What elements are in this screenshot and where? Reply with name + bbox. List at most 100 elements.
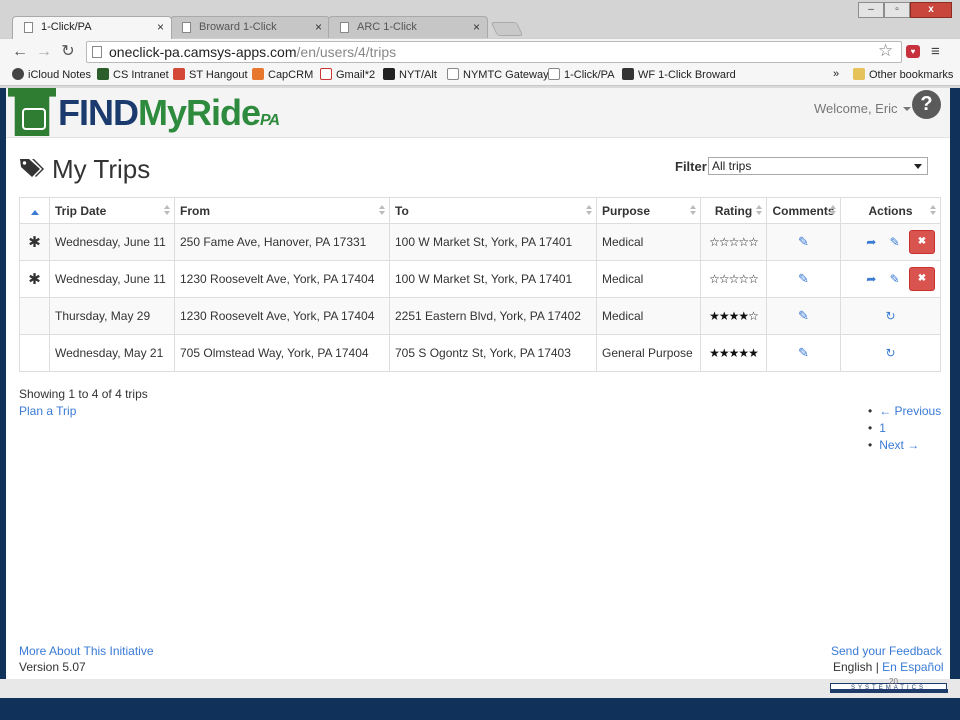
bookmark-1-click-pa[interactable]: 1-Click/PA <box>548 68 615 81</box>
edit-comment-icon[interactable]: ✎ <box>798 271 809 286</box>
close-tab-icon[interactable]: × <box>315 20 322 34</box>
trip-actions: ➦ ✎ ✖ <box>840 223 941 261</box>
sort-ascending-icon <box>30 210 39 215</box>
bookmark-cs-intranet[interactable]: CS Intranet <box>97 68 169 81</box>
trip-rating[interactable]: ★★★★☆ <box>700 297 767 335</box>
other-bookmarks-folder[interactable]: Other bookmarks <box>853 68 953 81</box>
rating-stars[interactable]: ★★★★★ <box>709 346 759 360</box>
column-header-comments[interactable]: Comments <box>766 197 841 224</box>
pocket-extension-icon[interactable]: ♥ <box>906 45 920 58</box>
tags-icon <box>20 159 44 177</box>
trip-date: Thursday, May 29 <box>49 297 175 335</box>
close-window-button[interactable]: x <box>910 2 952 18</box>
column-header-sort[interactable] <box>19 197 50 224</box>
trip-rating[interactable]: ☆☆☆☆☆ <box>700 260 767 298</box>
edit-trip-icon[interactable]: ✎ <box>890 235 900 249</box>
page-icon <box>340 22 349 33</box>
close-tab-icon[interactable]: × <box>473 20 480 34</box>
rating-stars[interactable]: ★★★★☆ <box>709 309 759 323</box>
filter-select[interactable]: All trips <box>708 157 928 175</box>
delete-trip-button[interactable]: ✖ <box>909 230 935 254</box>
forward-icon[interactable]: → <box>34 42 54 62</box>
table-header-row: Trip Date From To Purpose Rating Comment… <box>19 197 941 224</box>
trip-date: Wednesday, May 21 <box>49 334 175 372</box>
feedback-link[interactable]: Send your Feedback <box>831 644 942 658</box>
sort-icon <box>690 205 696 217</box>
next-page-link[interactable]: Next → <box>868 438 941 455</box>
bookmark-nymtc-gateway[interactable]: NYMTC Gateway <box>447 68 549 81</box>
tab-label: ARC 1-Click <box>357 21 417 33</box>
help-icon[interactable]: ? <box>912 90 941 119</box>
edit-comment-icon[interactable]: ✎ <box>798 345 809 360</box>
trip-actions: ➦ ✎ ✖ <box>840 260 941 298</box>
trip-from: 1230 Roosevelt Ave, York, PA 17404 <box>174 260 390 298</box>
trip-comments: ✎ <box>766 297 841 335</box>
page-icon <box>548 68 560 80</box>
trip-to: 100 W Market St, York, PA 17401 <box>389 223 597 261</box>
upcoming-trip-icon: ✱ <box>19 223 50 261</box>
bookmark-capcrm[interactable]: CapCRM <box>252 68 313 81</box>
column-header-rating[interactable]: Rating <box>700 197 767 224</box>
tab-1-click-pa[interactable]: 1-Click/PA × <box>12 16 172 39</box>
column-header-actions[interactable]: Actions <box>840 197 941 224</box>
page-1-link[interactable]: 1 <box>868 421 941 438</box>
language-english[interactable]: English <box>833 660 872 674</box>
version-text: Version 5.07 <box>19 660 86 674</box>
edit-comment-icon[interactable]: ✎ <box>798 308 809 323</box>
bookmark-icloud-notes[interactable]: iCloud Notes <box>12 68 91 81</box>
more-about-link[interactable]: More About This Initiative <box>19 644 154 658</box>
trip-rating[interactable]: ☆☆☆☆☆ <box>700 223 767 261</box>
rating-stars[interactable]: ☆☆☆☆☆ <box>709 272 759 286</box>
column-header-purpose[interactable]: Purpose <box>596 197 701 224</box>
reload-icon[interactable]: ↻ <box>58 42 78 62</box>
tab-arc-1-click[interactable]: ARC 1-Click × <box>328 16 488 38</box>
user-menu[interactable]: Welcome, Eric <box>814 101 911 116</box>
filter-label: Filter <box>675 159 707 174</box>
edit-trip-icon[interactable]: ✎ <box>890 272 900 286</box>
table-row: Thursday, May 29 1230 Roosevelt Ave, Yor… <box>19 297 941 335</box>
trip-to: 2251 Eastern Blvd, York, PA 17402 <box>389 297 597 335</box>
sort-icon <box>379 205 385 217</box>
column-header-to[interactable]: To <box>389 197 597 224</box>
page-icon <box>182 22 191 33</box>
repeat-trip-icon[interactable]: ↻ <box>885 346 895 360</box>
bookmark-st-hangout[interactable]: ST Hangout <box>173 68 248 81</box>
plan-a-trip-link[interactable]: Plan a Trip <box>19 404 76 418</box>
column-header-from[interactable]: From <box>174 197 390 224</box>
trip-date: Wednesday, June 11 <box>49 223 175 261</box>
column-header-trip-date[interactable]: Trip Date <box>49 197 175 224</box>
logo-wordmark: FINDMyRidePA <box>58 92 280 133</box>
url-path: /en/users/4/trips <box>296 44 397 60</box>
delete-trip-button[interactable]: ✖ <box>909 267 935 291</box>
menu-icon[interactable]: ≡ <box>931 43 940 60</box>
page-icon <box>92 46 102 58</box>
trip-purpose: Medical <box>596 297 701 335</box>
bookmarks-overflow-button[interactable]: » <box>833 68 839 80</box>
address-bar[interactable]: oneclick-pa.camsys-apps.com/en/users/4/t… <box>86 41 902 63</box>
close-tab-icon[interactable]: × <box>157 20 164 34</box>
bookmark-wf-1-click-broward[interactable]: WF 1-Click Broward <box>622 68 736 81</box>
table-row: Wednesday, May 21 705 Olmstead Way, York… <box>19 334 941 372</box>
keystone-bike-icon <box>8 88 56 136</box>
tab-broward-1-click[interactable]: Broward 1-Click × <box>170 16 330 38</box>
language-spanish-link[interactable]: En Español <box>882 660 943 674</box>
trip-rating[interactable]: ★★★★★ <box>700 334 767 372</box>
maximize-button[interactable]: ▫ <box>884 2 910 18</box>
minimize-button[interactable]: – <box>858 2 884 18</box>
bookmark-gmail[interactable]: Gmail*2 <box>320 68 375 81</box>
previous-page-link[interactable]: ← Previous <box>868 404 941 421</box>
findmyride-logo[interactable]: FINDMyRidePA <box>6 88 296 136</box>
rating-stars[interactable]: ☆☆☆☆☆ <box>709 235 759 249</box>
edit-comment-icon[interactable]: ✎ <box>798 234 809 249</box>
new-tab-button[interactable] <box>490 22 524 36</box>
welcome-text: Welcome, Eric <box>814 101 898 116</box>
trip-purpose: Medical <box>596 223 701 261</box>
bookmark-nyt-alt[interactable]: NYT/Alt <box>383 68 437 81</box>
share-icon[interactable]: ➦ <box>866 235 876 249</box>
repeat-trip-icon[interactable]: ↻ <box>885 309 895 323</box>
back-icon[interactable]: ← <box>10 42 30 62</box>
google-plus-icon <box>173 68 185 80</box>
share-icon[interactable]: ➦ <box>866 272 876 286</box>
folder-icon <box>853 68 865 80</box>
bookmark-star-icon[interactable]: ☆ <box>878 41 893 61</box>
